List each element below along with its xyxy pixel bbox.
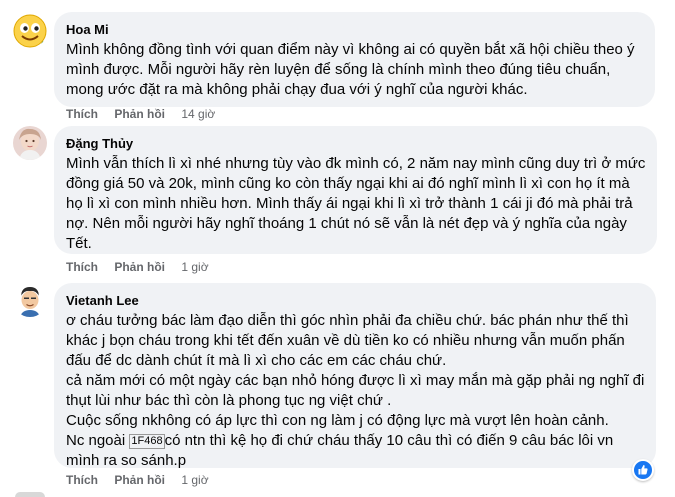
- comment-bubble: Đặng Thủy Mình vẫn thích lì xì nhé nhưng…: [54, 126, 657, 254]
- comment-text-line: thụt lùi như bác thì còn là phong tục ng…: [66, 392, 392, 409]
- comment-text-line: Cuộc sống nkhông có áp lực thì con ng là…: [66, 412, 609, 429]
- comment-text-line: nợ. Nên mỗi người hãy nghĩ thoáng 1 chút…: [66, 215, 627, 232]
- comment-text-line: mình được. Mỗi người hãy rèn luyện để số…: [66, 61, 611, 78]
- comment-text-line: cả năm mới có một ngày các bạn nhỏ hóng …: [66, 372, 645, 389]
- next-comment-avatar[interactable]: [15, 492, 45, 497]
- cartoon-avatar-icon: [13, 283, 47, 317]
- avatar[interactable]: [13, 126, 47, 160]
- comment-bubble: Hoa Mi Mình không đồng tình với quan điể…: [54, 12, 655, 107]
- like-reaction-badge[interactable]: [632, 459, 654, 481]
- reply-button[interactable]: Phản hồi: [114, 107, 165, 121]
- comment-timestamp[interactable]: 1 giờ: [181, 473, 208, 487]
- like-button[interactable]: Thích: [66, 473, 98, 487]
- comment-text-line: Mình không đồng tình với quan điểm này v…: [66, 41, 635, 58]
- comment-text-line: họ lì xì con mình nhiều hơn. Mình thấy á…: [66, 195, 633, 212]
- comment-author[interactable]: Hoa Mi: [66, 21, 643, 38]
- comment-text-line: Tết.: [66, 235, 92, 252]
- comment-timestamp[interactable]: 1 giờ: [181, 260, 208, 274]
- reply-button[interactable]: Phản hồi: [114, 473, 165, 487]
- comment-text-line: mình ra so sánh.p: [66, 452, 187, 469]
- avatar[interactable]: [13, 283, 47, 317]
- profile-photo-icon: [13, 126, 47, 160]
- comment-text-fragment: có ntn thì kệ họ đi chứ cháu thấy 10 câu…: [164, 432, 614, 449]
- comment-text-line: đấu để dc dành chút ít mà lì xì cho các …: [66, 352, 447, 369]
- smiley-emoji-avatar-icon: [13, 14, 47, 48]
- comment-actions: Thích Phản hồi 14 giờ: [66, 106, 228, 122]
- comment-actions: Thích Phản hồi 1 giờ: [66, 259, 222, 275]
- comment-author[interactable]: Đặng Thủy: [66, 135, 645, 152]
- like-button[interactable]: Thích: [66, 107, 98, 121]
- comment-bubble: Vietanh Lee ơ cháu tưởng bác làm đạo diễ…: [54, 283, 656, 469]
- comment-text-line: ơ cháu tưởng bác làm đạo diễn thì góc nh…: [66, 312, 629, 329]
- comment-author[interactable]: Vietanh Lee: [66, 292, 644, 309]
- comment-text-line: đồng giá 50 và 20k, mình cũng ko còn thấ…: [66, 175, 630, 192]
- comment-text-line: mong ước đặt ra mà không phải chạy đua v…: [66, 81, 528, 98]
- reply-button[interactable]: Phản hồi: [114, 260, 165, 274]
- emoji-placeholder-box: 1F468: [129, 434, 165, 449]
- comment-actions: Thích Phản hồi 1 giờ: [66, 472, 222, 488]
- comment-text-line: Nc ngoài 1F468 có ntn thì kệ họ đi chứ ch…: [66, 431, 644, 451]
- comment-timestamp[interactable]: 14 giờ: [181, 107, 215, 121]
- avatar[interactable]: [13, 14, 47, 48]
- thumbs-up-icon: [638, 465, 648, 475]
- comment-text-fragment: Nc ngoài: [66, 432, 126, 449]
- comment-text-line: khác j bọn cháu trong khi tết đến xuân v…: [66, 332, 625, 349]
- like-button[interactable]: Thích: [66, 260, 98, 274]
- comment-text-line: Mình vẫn thích lì xì nhé nhưng tùy vào đ…: [66, 155, 646, 172]
